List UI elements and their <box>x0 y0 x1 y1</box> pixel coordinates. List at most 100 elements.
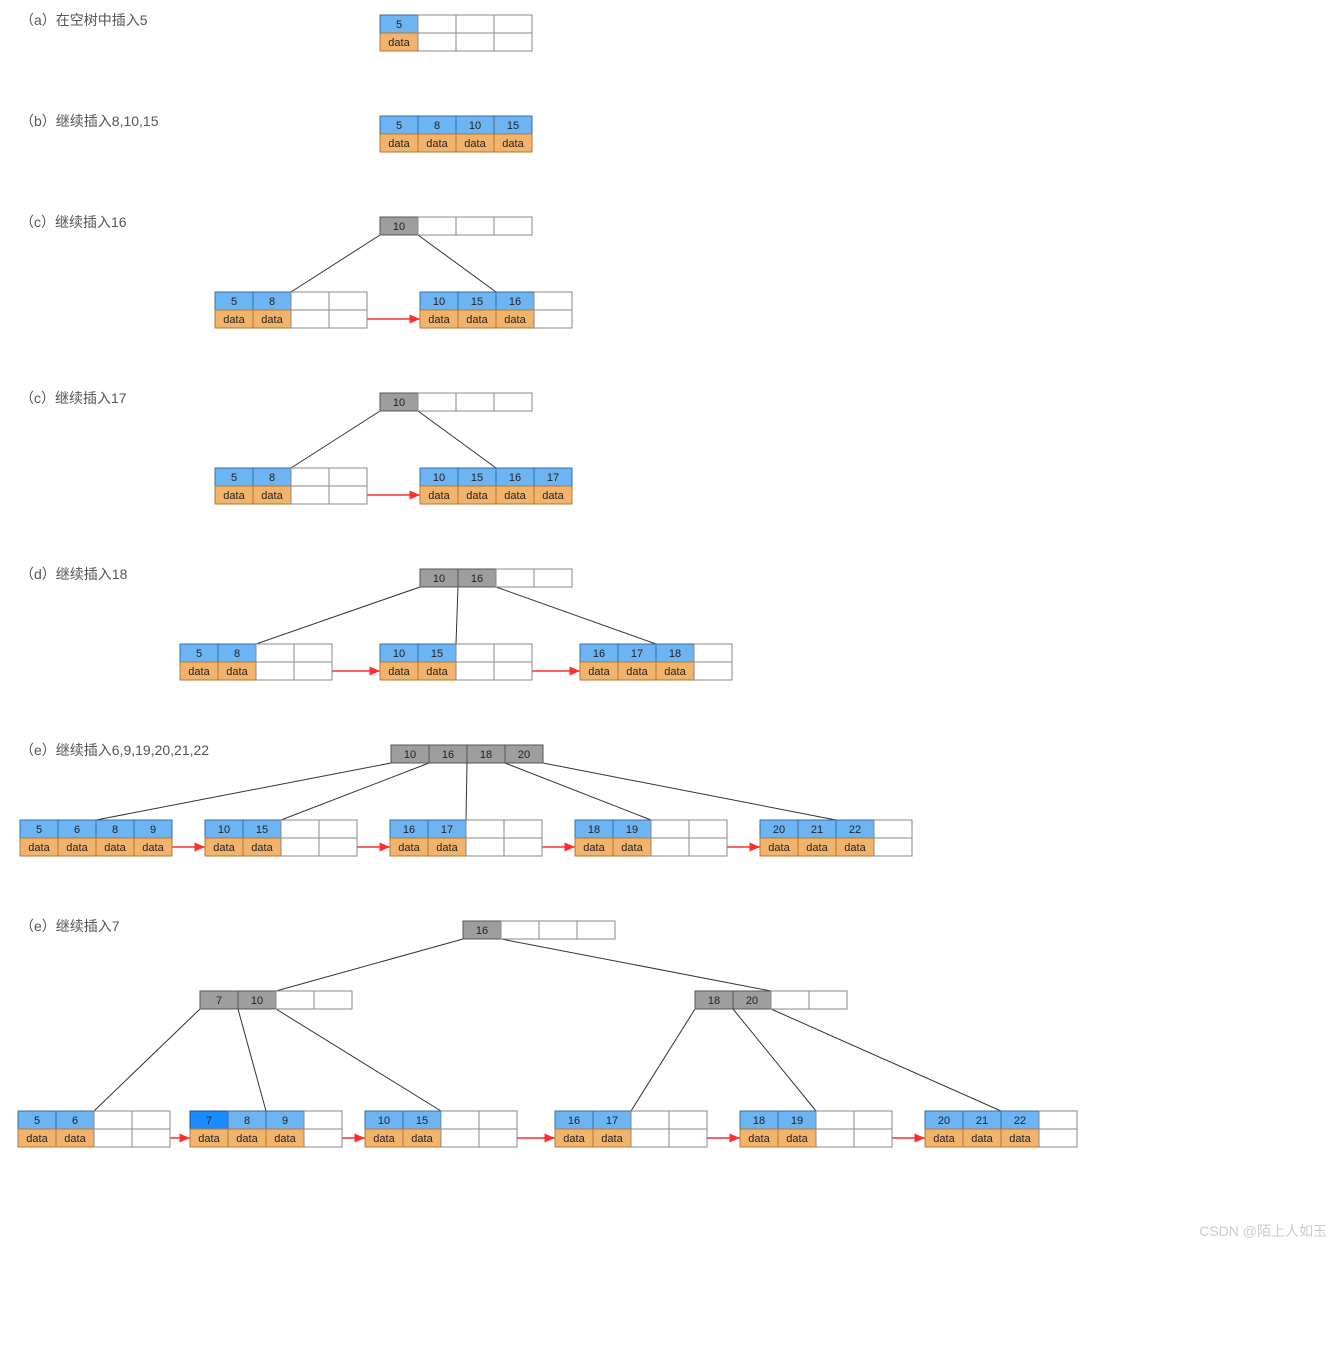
svg-text:18: 18 <box>753 1115 765 1127</box>
svg-text:data: data <box>466 314 488 326</box>
svg-text:8: 8 <box>269 472 275 484</box>
svg-text:18: 18 <box>480 749 492 761</box>
svg-text:data: data <box>542 490 564 502</box>
svg-text:16: 16 <box>442 749 454 761</box>
svg-text:15: 15 <box>256 824 268 836</box>
svg-text:data: data <box>563 1133 585 1145</box>
caption-c: （c）继续插入16 <box>20 212 127 232</box>
node-6-2: 1820 <box>695 991 847 1009</box>
caption-d: （d）继续插入18 <box>20 564 127 584</box>
svg-text:16: 16 <box>471 573 483 585</box>
svg-text:data: data <box>768 842 790 854</box>
svg-text:20: 20 <box>746 995 758 1007</box>
svg-text:data: data <box>583 842 605 854</box>
svg-text:21: 21 <box>811 824 823 836</box>
node-4-1: 5data8data <box>180 644 332 680</box>
svg-text:data: data <box>502 138 524 150</box>
node-4-0: 10 16 <box>420 569 572 587</box>
node-6-5: 10data15data <box>365 1111 517 1147</box>
svg-text:10: 10 <box>469 120 481 132</box>
node-0-0: 5data <box>380 15 532 51</box>
svg-text:16: 16 <box>509 296 521 308</box>
caption-b: （b）继续插入8,10,15 <box>20 111 159 131</box>
svg-text:5: 5 <box>196 648 202 660</box>
svg-text:data: data <box>388 666 410 678</box>
svg-text:data: data <box>198 1133 220 1145</box>
svg-text:10: 10 <box>251 995 263 1007</box>
node-6-1: 7 10 <box>200 991 352 1009</box>
svg-text:data: data <box>464 138 486 150</box>
node-4-3: 16data17data18data <box>580 644 732 680</box>
node-6-7: 18data19data <box>740 1111 892 1147</box>
node-2-1: 5data8data <box>215 292 367 328</box>
node-6-4: 7data8data9data <box>190 1111 342 1147</box>
svg-text:10: 10 <box>433 573 445 585</box>
svg-text:17: 17 <box>606 1115 618 1127</box>
node-6-3: 5data6data <box>18 1111 170 1147</box>
node-2-2: 10data15data16data <box>420 292 572 328</box>
svg-text:22: 22 <box>849 824 861 836</box>
svg-text:5: 5 <box>34 1115 40 1127</box>
svg-text:data: data <box>274 1133 296 1145</box>
svg-text:10: 10 <box>433 472 445 484</box>
svg-text:data: data <box>26 1133 48 1145</box>
svg-text:data: data <box>261 490 283 502</box>
svg-text:19: 19 <box>791 1115 803 1127</box>
svg-text:7: 7 <box>206 1115 212 1127</box>
svg-text:20: 20 <box>773 824 785 836</box>
svg-text:9: 9 <box>150 824 156 836</box>
node-5-5: 20data21data22data <box>760 820 912 856</box>
svg-text:data: data <box>428 314 450 326</box>
svg-text:16: 16 <box>509 472 521 484</box>
svg-text:20: 20 <box>938 1115 950 1127</box>
svg-text:16: 16 <box>403 824 415 836</box>
node-1-0: 5data8data10data15data <box>380 116 532 152</box>
svg-text:16: 16 <box>476 925 488 937</box>
svg-text:7: 7 <box>216 995 222 1007</box>
svg-text:15: 15 <box>507 120 519 132</box>
svg-text:18: 18 <box>588 824 600 836</box>
tree-d: 10165data8data10data15data16data17data18… <box>0 564 900 690</box>
svg-text:data: data <box>388 138 410 150</box>
node-5-2: 10data15data <box>205 820 357 856</box>
svg-text:data: data <box>213 842 235 854</box>
svg-text:data: data <box>261 314 283 326</box>
svg-text:data: data <box>428 490 450 502</box>
svg-text:data: data <box>748 1133 770 1145</box>
svg-text:data: data <box>373 1133 395 1145</box>
svg-text:10: 10 <box>393 648 405 660</box>
tree-e2: 1671018205data6data7data8data9data10data… <box>0 916 1087 1157</box>
watermark: CSDN @陌上人如玉 <box>1199 1221 1327 1241</box>
node-5-4: 18data19data <box>575 820 727 856</box>
node-5-1: 5data6data8data9data <box>20 820 172 856</box>
svg-text:data: data <box>504 314 526 326</box>
svg-text:data: data <box>504 490 526 502</box>
svg-text:10: 10 <box>378 1115 390 1127</box>
svg-text:data: data <box>626 666 648 678</box>
svg-text:8: 8 <box>434 120 440 132</box>
node-6-8: 20data21data22data <box>925 1111 1077 1147</box>
svg-text:5: 5 <box>231 296 237 308</box>
svg-text:data: data <box>236 1133 258 1145</box>
svg-text:data: data <box>226 666 248 678</box>
caption-a: （a）在空树中插入5 <box>20 10 148 30</box>
svg-text:5: 5 <box>36 824 42 836</box>
node-5-0: 10161820 <box>391 745 543 763</box>
tree-c: 105data8data10data15data16data <box>0 212 900 338</box>
caption-e2: （e）继续插入7 <box>20 916 120 936</box>
node-2-0: 10 <box>380 217 532 235</box>
svg-text:data: data <box>971 1133 993 1145</box>
svg-text:22: 22 <box>1014 1115 1026 1127</box>
svg-text:10: 10 <box>404 749 416 761</box>
svg-text:data: data <box>466 490 488 502</box>
svg-text:data: data <box>411 1133 433 1145</box>
svg-text:15: 15 <box>471 472 483 484</box>
svg-text:data: data <box>223 314 245 326</box>
svg-text:6: 6 <box>74 824 80 836</box>
node-3-2: 10data15data16data17data <box>420 468 572 504</box>
node-5-3: 16data17data <box>390 820 542 856</box>
svg-text:data: data <box>426 666 448 678</box>
svg-text:17: 17 <box>631 648 643 660</box>
svg-text:data: data <box>806 842 828 854</box>
svg-text:5: 5 <box>231 472 237 484</box>
